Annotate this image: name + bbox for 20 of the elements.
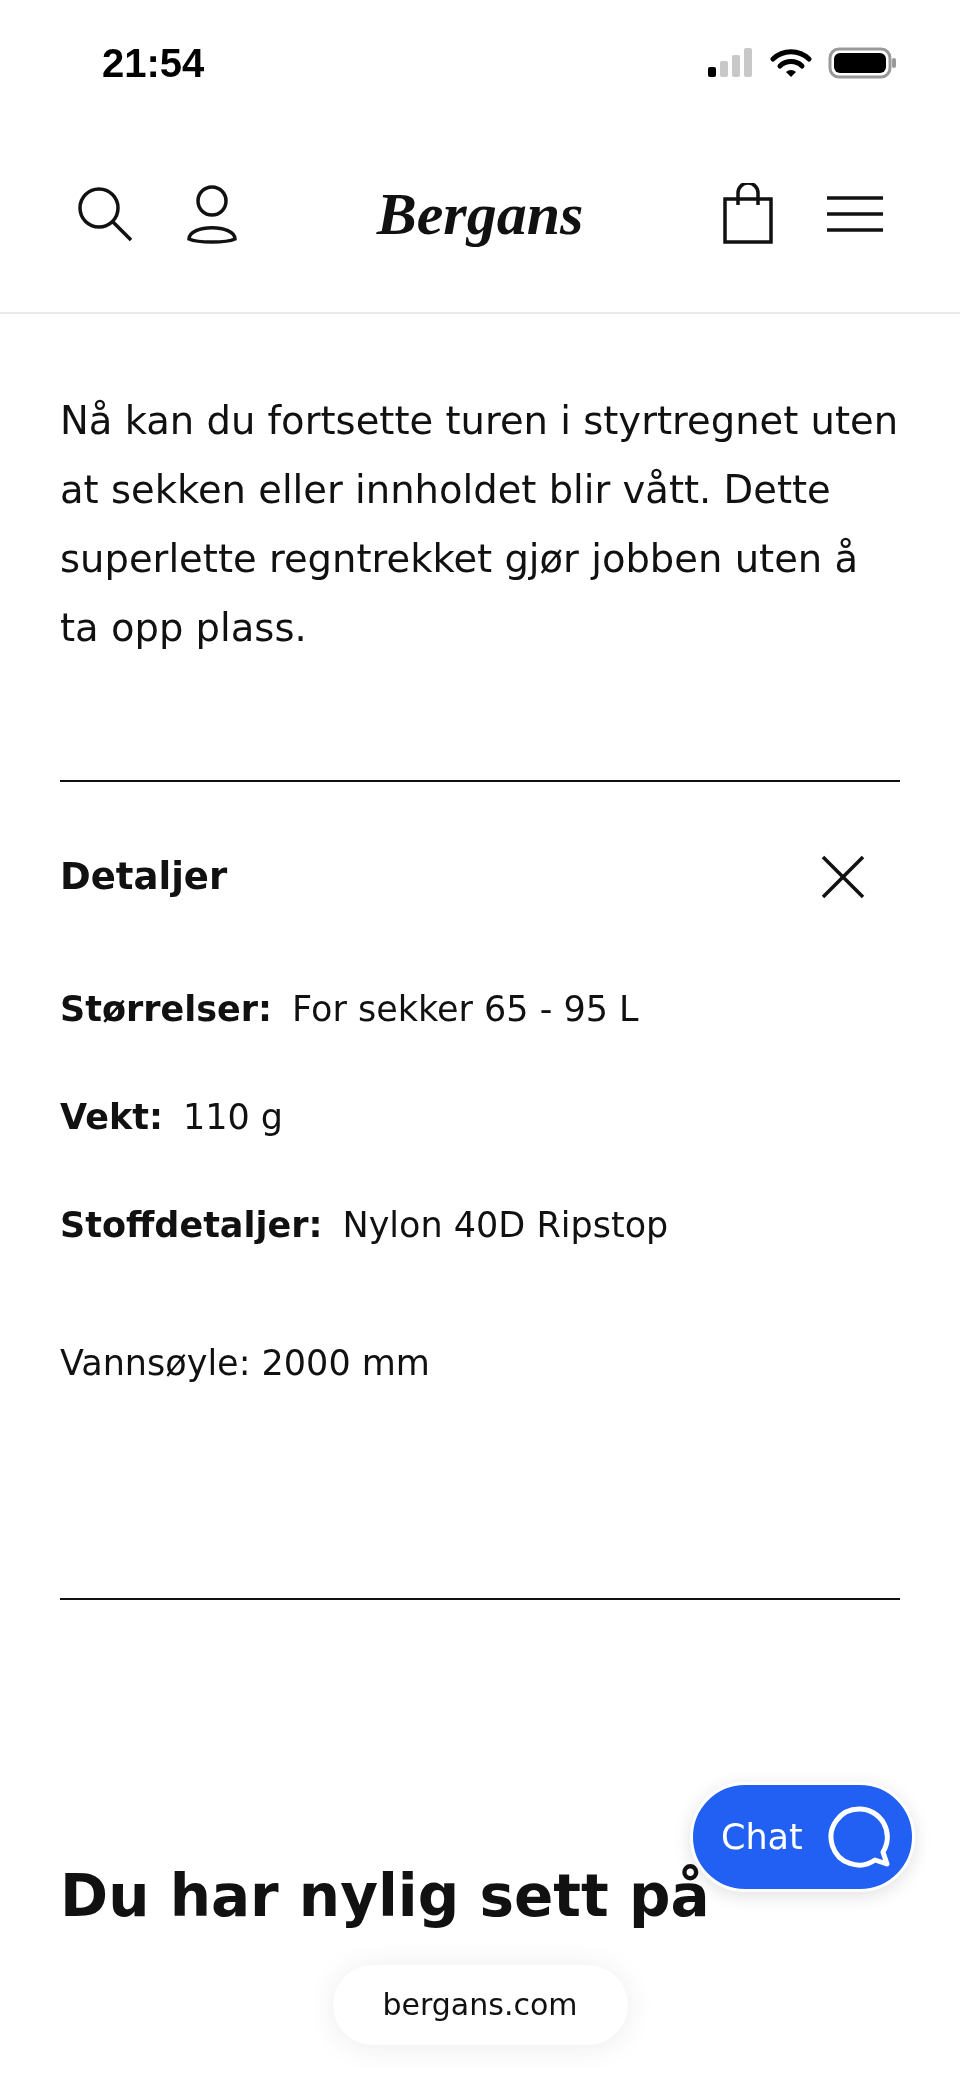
- menu-icon[interactable]: [826, 194, 884, 234]
- spec-value: Nylon 40D Ripstop: [342, 1204, 669, 1247]
- spec-label: Vekt:: [60, 1096, 163, 1139]
- signal-icon: [708, 48, 754, 78]
- spec-label: Størrelser:: [60, 988, 273, 1031]
- spec-label: Stoffdetaljer:: [60, 1204, 323, 1247]
- shopping-bag-icon[interactable]: [722, 183, 774, 245]
- close-icon[interactable]: [820, 854, 866, 900]
- spec-value: 110 g: [182, 1096, 284, 1139]
- section-title: Detaljer: [60, 854, 228, 900]
- search-icon[interactable]: [76, 185, 134, 243]
- user-icon[interactable]: [186, 184, 238, 244]
- product-description: Nå kan du fortsette turen i styrtregnet uten at sekken eller innholdet blir vått. Dette superlette regntrekket gjør jobben uten å ta opp plass.: [60, 397, 900, 652]
- battery-icon: [828, 47, 898, 79]
- address-bar[interactable]: bergans.com: [332, 1965, 628, 2045]
- status-time: 21:54: [102, 40, 205, 86]
- spec-value: For sekker 65 - 95 L: [292, 988, 639, 1031]
- chat-bubble-icon: [826, 1804, 892, 1870]
- spec-note: Vannsøyle: 2000 mm: [60, 1342, 431, 1385]
- wifi-icon: [770, 48, 812, 78]
